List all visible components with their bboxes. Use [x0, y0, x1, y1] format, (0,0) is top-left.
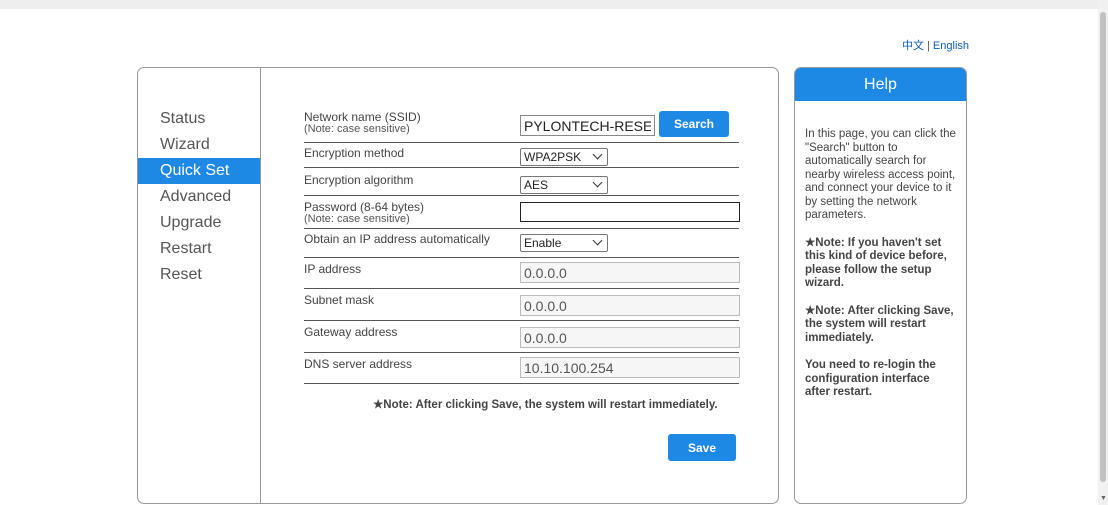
ssid-note: (Note: case sensitive) — [304, 123, 410, 135]
language-separator: | — [927, 40, 930, 52]
chevron-down-icon — [592, 149, 603, 160]
obtain-ip-value: Enable — [524, 236, 562, 250]
language-switcher: 中文 | English — [902, 37, 969, 53]
encryption-algorithm-value: AES — [524, 178, 549, 192]
encryption-algorithm-row: Encryption algorithm AES — [304, 168, 739, 196]
encryption-method-value: WPA2PSK — [524, 150, 582, 164]
chevron-down-icon — [592, 235, 603, 246]
obtain-ip-label: Obtain an IP address automatically — [304, 232, 490, 246]
gateway-input[interactable] — [520, 327, 740, 348]
nav-item-reset[interactable]: Reset — [138, 262, 260, 288]
encryption-algorithm-label: Encryption algorithm — [304, 173, 414, 187]
obtain-ip-row: Obtain an IP address automatically Enabl… — [304, 229, 739, 258]
language-english-link[interactable]: English — [933, 40, 969, 52]
nav-item-wizard[interactable]: Wizard — [138, 132, 260, 158]
password-note: (Note: case sensitive) — [304, 213, 410, 225]
dns-input[interactable] — [520, 357, 740, 378]
nav-item-upgrade[interactable]: Upgrade — [138, 210, 260, 236]
subnet-mask-label: Subnet mask — [304, 293, 375, 307]
help-note-relogin: You need to re-login the configuration i… — [805, 359, 936, 398]
encryption-method-select[interactable]: WPA2PSK — [520, 148, 608, 166]
help-note-wizard: ★Note: If you haven't set this kind of d… — [805, 236, 947, 290]
scroll-down-arrow-icon[interactable]: ▼ — [1100, 495, 1107, 503]
nav-item-advanced[interactable]: Advanced — [138, 184, 260, 210]
gateway-label: Gateway address — [304, 325, 398, 339]
ssid-input[interactable] — [520, 115, 655, 136]
nav-item-restart[interactable]: Restart — [138, 236, 260, 262]
help-paragraph-search: In this page, you can click the "Search"… — [805, 128, 956, 221]
encryption-method-row: Encryption method WPA2PSK — [304, 143, 739, 168]
main-panel: Status Wizard Quick Set Advanced Upgrade… — [137, 67, 779, 504]
gateway-row: Gateway address — [304, 321, 740, 353]
password-input[interactable] — [520, 202, 740, 222]
dns-label: DNS server address — [304, 357, 413, 371]
subnet-mask-input[interactable] — [520, 295, 740, 316]
password-row: Password (8-64 bytes) (Note: case sensit… — [304, 196, 740, 229]
nav-item-status[interactable]: Status — [138, 106, 260, 132]
scrollbar-thumb[interactable] — [1100, 12, 1106, 482]
nav-item-quick-set[interactable]: Quick Set — [138, 158, 260, 184]
password-label-text: Password (8-64 bytes) — [304, 200, 425, 214]
nav-list: Status Wizard Quick Set Advanced Upgrade… — [138, 106, 260, 288]
vertical-scrollbar[interactable]: ▼ — [1098, 0, 1108, 505]
obtain-ip-select[interactable]: Enable — [520, 234, 608, 252]
subnet-mask-row: Subnet mask — [304, 289, 740, 321]
save-restart-note: ★Note: After clicking Save, the system w… — [373, 399, 718, 411]
help-note-save: ★Note: After clicking Save, the system w… — [805, 304, 954, 344]
save-button[interactable]: Save — [668, 434, 736, 461]
ip-address-label: IP address — [304, 262, 362, 276]
password-label: Password (8-64 bytes) (Note: case sensit… — [304, 201, 424, 225]
ip-address-input[interactable] — [520, 262, 740, 283]
language-chinese-link[interactable]: 中文 — [902, 40, 924, 52]
ip-address-row: IP address — [304, 258, 740, 289]
search-button[interactable]: Search — [659, 111, 729, 137]
help-panel: Help In this page, you can click the "Se… — [794, 67, 967, 504]
ssid-label: Network name (SSID) (Note: case sensitiv… — [304, 111, 421, 135]
encryption-algorithm-select[interactable]: AES — [520, 176, 608, 194]
dns-row: DNS server address — [304, 353, 740, 384]
quick-set-form: Network name (SSID) (Note: case sensitiv… — [304, 110, 740, 384]
ssid-row: Network name (SSID) (Note: case sensitiv… — [304, 110, 739, 143]
help-title: Help — [795, 68, 966, 101]
side-nav: Status Wizard Quick Set Advanced Upgrade… — [138, 68, 261, 503]
help-body: In this page, you can click the "Search"… — [795, 101, 966, 400]
encryption-method-label: Encryption method — [304, 146, 405, 160]
chevron-down-icon — [592, 177, 603, 188]
ssid-label-text: Network name (SSID) — [304, 110, 421, 124]
browser-top-strip — [0, 0, 1098, 9]
